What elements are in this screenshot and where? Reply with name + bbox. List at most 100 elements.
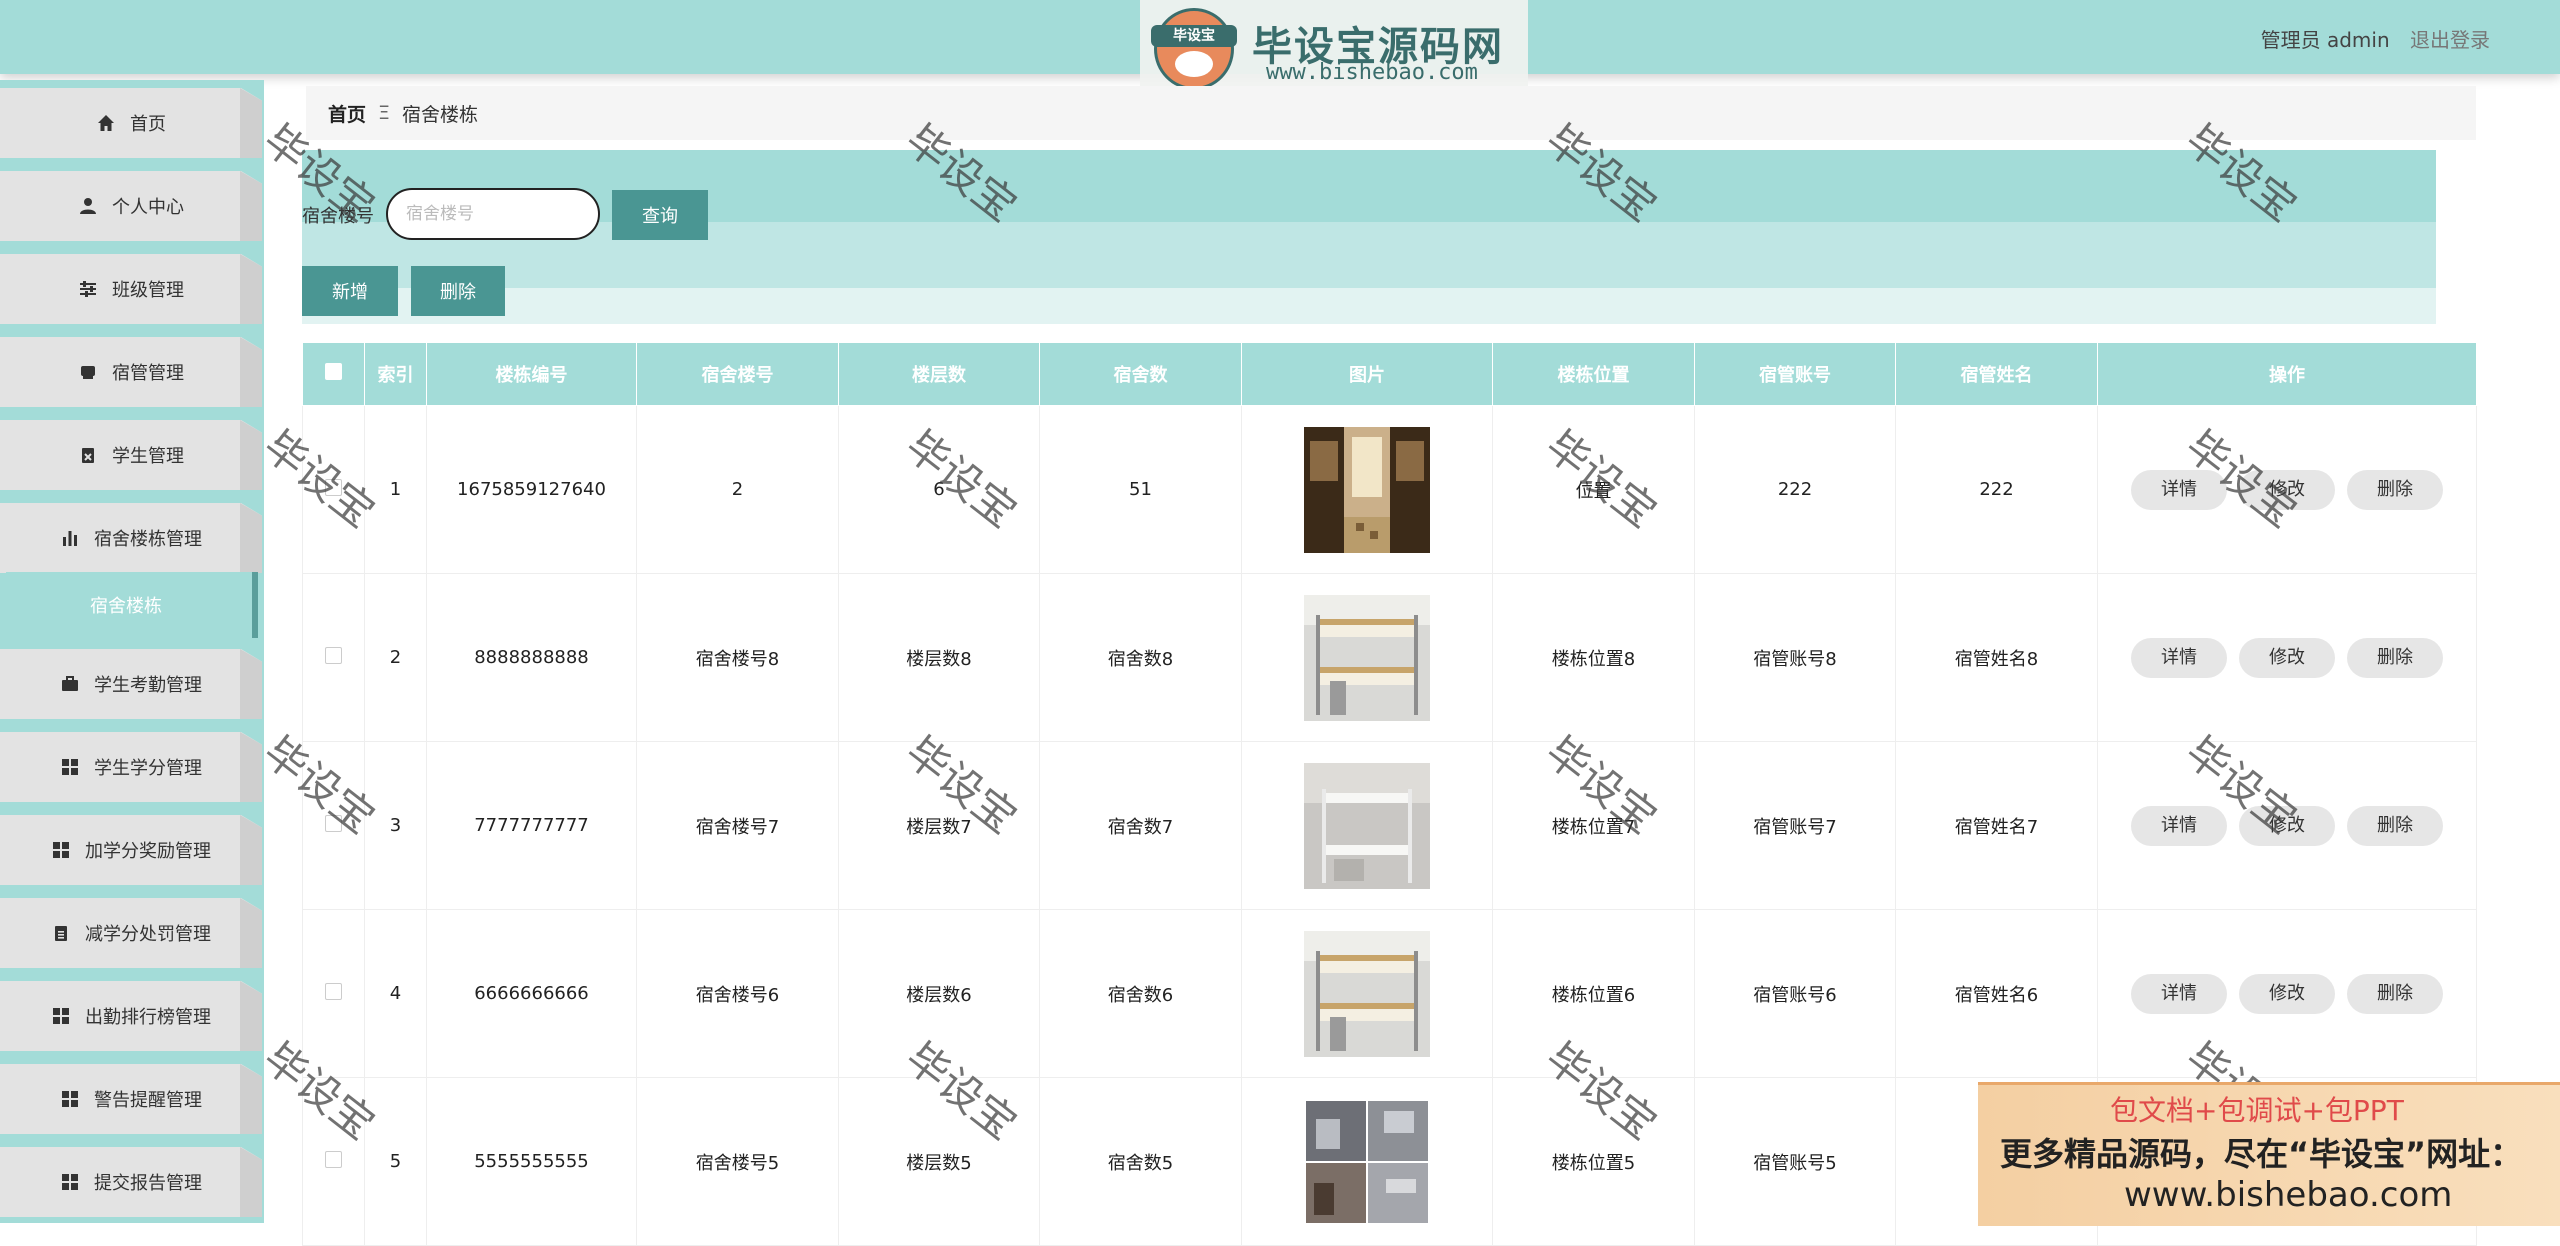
cell-account: 宿管账号5: [1694, 1077, 1896, 1246]
logout-link[interactable]: 退出登录: [2410, 28, 2490, 52]
add-button[interactable]: 新增: [302, 266, 398, 316]
grid-icon: [51, 840, 71, 860]
cell-location: 楼栋位置6: [1492, 909, 1695, 1078]
cell-manager: 222: [1895, 405, 2098, 574]
sidebar-item-ranking[interactable]: 出勤排行榜管理: [0, 981, 262, 1051]
column-header: 宿管姓名: [1895, 342, 2098, 406]
cell-code: 7777777777: [426, 741, 637, 910]
briefcase-icon: [60, 674, 80, 694]
column-header: 宿舍楼号: [636, 342, 839, 406]
breadcrumb-home[interactable]: 首页: [328, 100, 366, 127]
sidebar-item-class[interactable]: 班级管理: [0, 254, 262, 324]
promo-line-3: www.bishebao.com: [2124, 1175, 2453, 1215]
sidebar-item-building[interactable]: 宿舍楼栋管理: [0, 503, 262, 573]
cell-index: 1: [364, 405, 427, 574]
column-header: 宿舍数: [1039, 342, 1242, 406]
cell-image: [1241, 909, 1493, 1078]
search-input[interactable]: [386, 188, 600, 240]
detail-button[interactable]: 详情: [2131, 637, 2227, 678]
cell-actions: 详情 修改 删除: [2097, 741, 2477, 910]
row-checkbox[interactable]: [325, 982, 342, 1000]
edit-button[interactable]: 修改: [2239, 805, 2335, 846]
detail-button[interactable]: 详情: [2131, 973, 2227, 1014]
table-row: 2 8888888888 宿舍楼号8 楼层数8 宿舍数8 楼栋位置8 宿管账号8…: [302, 573, 2477, 742]
cell-building: 2: [636, 405, 839, 574]
cell-floors: 楼层数6: [838, 909, 1040, 1078]
sidebar-item-penalty[interactable]: 减学分处罚管理: [0, 898, 262, 968]
sidebar-item-credits[interactable]: 学生学分管理: [0, 732, 262, 802]
sidebar-item-bonus[interactable]: 加学分奖励管理: [0, 815, 262, 885]
edit-button[interactable]: 修改: [2239, 637, 2335, 678]
logo-badge: 毕设宝: [1151, 25, 1237, 47]
grid-icon: [60, 1089, 80, 1109]
sidebar-item-student[interactable]: 学生管理: [0, 420, 262, 490]
row-checkbox[interactable]: [325, 478, 342, 496]
column-header: 楼层数: [838, 342, 1040, 406]
cell-image: [1241, 1077, 1493, 1246]
cell-manager: 宿管姓名8: [1895, 573, 2098, 742]
sidebar-subitem-building[interactable]: 宿舍楼栋: [6, 572, 258, 638]
clipboard-list-icon: [51, 923, 71, 943]
cell-index: 5: [364, 1077, 427, 1246]
cell-building: 宿舍楼号8: [636, 573, 839, 742]
sidebar-item-attendance[interactable]: 学生考勤管理: [0, 649, 262, 719]
table-header-row: 索引 楼栋编号 宿舍楼号 楼层数 宿舍数 图片 楼栋位置 宿管账号 宿管姓名 操…: [302, 342, 2477, 406]
delete-button[interactable]: 删除: [2347, 805, 2443, 846]
cell-floors: 6: [838, 405, 1040, 574]
site-logo: 毕设宝 毕设宝源码网 www.bishebao.com: [1140, 0, 1528, 92]
user-icon: [78, 196, 98, 216]
cell-building: 宿舍楼号6: [636, 909, 839, 1078]
sidebar-item-warning[interactable]: 警告提醒管理: [0, 1064, 262, 1134]
grid-icon: [60, 757, 80, 777]
sidebar-item-label: 班级管理: [112, 280, 184, 301]
delete-button[interactable]: 删除: [2347, 469, 2443, 510]
grid-icon: [60, 1172, 80, 1192]
cell-index: 4: [364, 909, 427, 1078]
select-all-cell: [302, 342, 365, 406]
edit-button[interactable]: 修改: [2239, 469, 2335, 510]
table-row: 1 1675859127640 2 6 51 位置 222 222 详情 修改 …: [302, 405, 2477, 574]
cell-building: 宿舍楼号5: [636, 1077, 839, 1246]
row-checkbox[interactable]: [325, 814, 342, 832]
sidebar-item-dorm-manager[interactable]: 宿管管理: [0, 337, 262, 407]
cell-rooms: 宿舍数7: [1039, 741, 1242, 910]
column-header: 索引: [364, 342, 427, 406]
cell-account: 宿管账号7: [1694, 741, 1896, 910]
detail-button[interactable]: 详情: [2131, 469, 2227, 510]
cell-location: 楼栋位置8: [1492, 573, 1695, 742]
delete-button[interactable]: 删除: [2347, 973, 2443, 1014]
cell-manager: 宿管姓名7: [1895, 741, 2098, 910]
user-area: 管理员 admin 退出登录: [2261, 24, 2490, 53]
cell-rooms: 宿舍数6: [1039, 909, 1242, 1078]
detail-button[interactable]: 详情: [2131, 805, 2227, 846]
grid-icon: [51, 1006, 71, 1026]
cell-actions: 详情 修改 删除: [2097, 909, 2477, 1078]
bunk-bed-image: [1304, 594, 1430, 721]
row-checkbox[interactable]: [325, 1150, 342, 1168]
sidebar-item-home[interactable]: 首页: [0, 88, 262, 158]
edit-button[interactable]: 修改: [2239, 973, 2335, 1014]
sidebar-item-profile[interactable]: 个人中心: [0, 171, 262, 241]
cell-floors: 楼层数5: [838, 1077, 1040, 1246]
row-checkbox[interactable]: [325, 646, 342, 664]
mascot-logo-icon: 毕设宝: [1151, 8, 1237, 90]
home-icon: [96, 113, 116, 133]
promo-line-2: 更多精品源码，尽在“毕设宝”网址：: [2000, 1135, 2523, 1173]
cell-code: 8888888888: [426, 573, 637, 742]
promo-banner[interactable]: 包文档+包调试+包PPT 更多精品源码，尽在“毕设宝”网址： www.bishe…: [1978, 1082, 2560, 1226]
cell-manager: 宿管姓名6: [1895, 909, 2098, 1078]
sidebar-item-label: 学生管理: [112, 446, 184, 467]
cell-image: [1241, 573, 1493, 742]
select-all-checkbox[interactable]: [325, 363, 342, 380]
cell-code: 5555555555: [426, 1077, 637, 1246]
sidebar-item-report[interactable]: 提交报告管理: [0, 1147, 262, 1217]
batch-delete-button[interactable]: 删除: [411, 266, 505, 316]
delete-button[interactable]: 删除: [2347, 637, 2443, 678]
query-button[interactable]: 查询: [612, 190, 708, 240]
column-header: 图片: [1241, 342, 1493, 406]
table-row: 4 6666666666 宿舍楼号6 楼层数6 宿舍数6 楼栋位置6 宿管账号6…: [302, 909, 2477, 1078]
sidebar-item-label: 出勤排行榜管理: [85, 1007, 211, 1028]
cell-account: 宿管账号8: [1694, 573, 1896, 742]
cell-floors: 楼层数8: [838, 573, 1040, 742]
logo-url: www.bishebao.com: [1266, 60, 1478, 85]
